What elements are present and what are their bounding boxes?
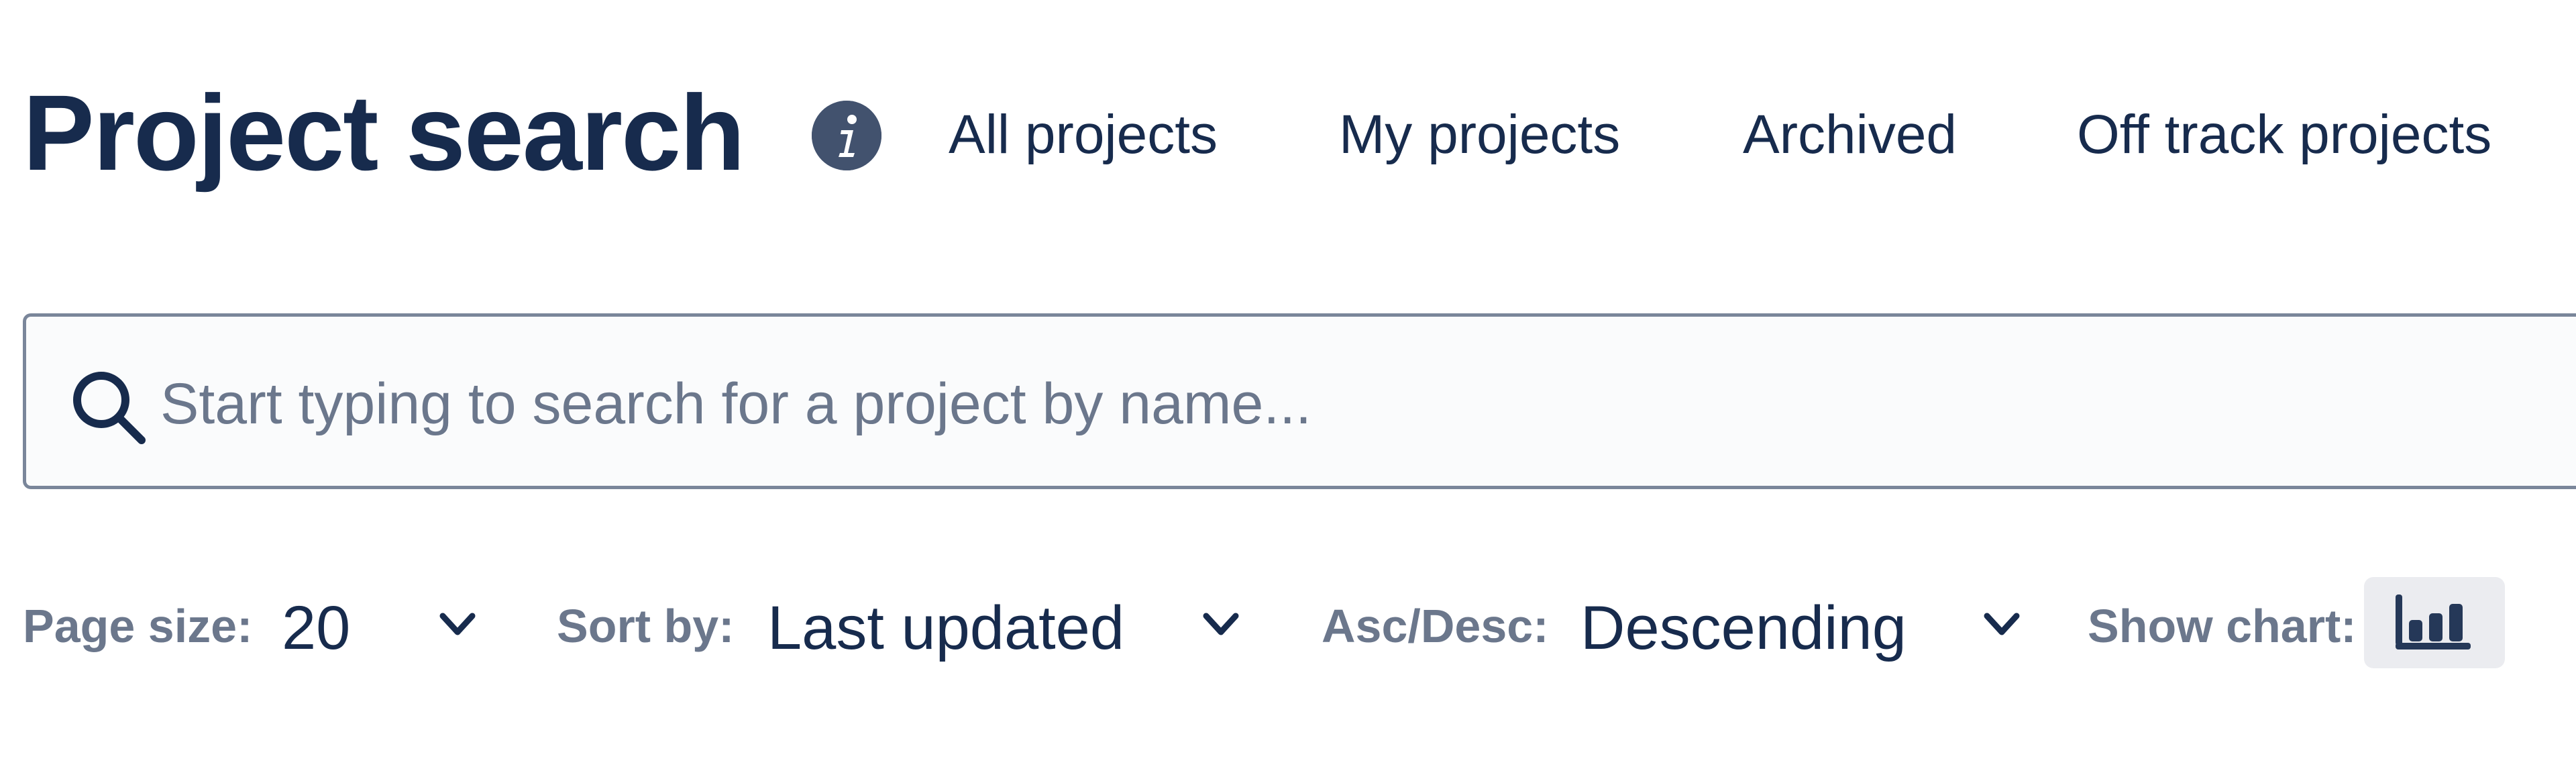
bar-chart-icon	[2396, 594, 2471, 650]
chevron-down-icon[interactable]	[1980, 608, 2023, 641]
chevron-down-icon[interactable]	[436, 608, 479, 641]
show-chart-label: Show chart:	[2088, 600, 2357, 652]
search-input[interactable]	[160, 364, 2441, 444]
search-field[interactable]	[23, 313, 2576, 489]
search-icon	[66, 365, 150, 448]
order-select[interactable]: Descending	[1580, 597, 1907, 659]
project-search-page: Project search All projects My projects …	[0, 0, 2576, 779]
page-size-label: Page size:	[23, 600, 253, 652]
sort-by-label: Sort by:	[557, 600, 735, 652]
page-title: Project search	[23, 72, 745, 193]
tab-off-track-projects[interactable]: Off track projects	[2077, 107, 2491, 162]
sort-by-select[interactable]: Last updated	[767, 597, 1124, 659]
show-chart-button[interactable]	[2364, 577, 2505, 668]
order-label: Asc/Desc:	[1322, 600, 1549, 652]
tab-all-projects[interactable]: All projects	[949, 107, 1218, 162]
info-icon[interactable]	[812, 101, 881, 170]
page-size-select[interactable]: 20	[282, 597, 350, 659]
tab-my-projects[interactable]: My projects	[1339, 107, 1620, 162]
chevron-down-icon[interactable]	[1199, 608, 1242, 641]
tab-archived[interactable]: Archived	[1743, 107, 1957, 162]
